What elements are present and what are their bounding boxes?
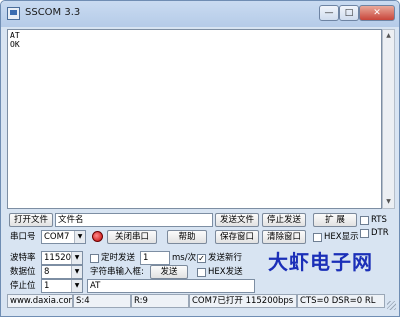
close-port-button[interactable]: 关闭串口: [107, 230, 157, 244]
minimize-button[interactable]: —: [319, 5, 339, 21]
status-s-count: S:4: [73, 294, 131, 308]
string-input-label: 字符串输入框:: [90, 267, 144, 277]
close-button[interactable]: ✕: [359, 5, 395, 21]
file-name-input[interactable]: 文件名: [55, 213, 213, 227]
port-status-indicator-icon: [92, 231, 103, 242]
port-value: COM7: [44, 232, 70, 242]
chevron-down-icon[interactable]: ▼: [71, 280, 82, 292]
status-signals: CTS=0 DSR=0 RL: [297, 294, 385, 308]
resize-grip-icon[interactable]: [387, 301, 396, 310]
port-select[interactable]: COM7 ▼: [41, 230, 86, 244]
status-r-count: R:9: [131, 294, 189, 308]
baud-label: 波特率: [10, 253, 36, 263]
stop-bits-select[interactable]: 1 ▼: [41, 279, 83, 293]
send-newline-checkbox[interactable]: ✓: [197, 254, 206, 263]
chevron-down-icon[interactable]: ▼: [71, 252, 82, 264]
hex-display-label: HEX显示: [324, 232, 359, 242]
scroll-up-icon[interactable]: ▲: [383, 30, 394, 42]
data-bits-label: 数据位: [10, 267, 36, 277]
dtr-label: DTR: [371, 228, 389, 238]
clear-window-button[interactable]: 清除窗口: [262, 230, 306, 244]
dtr-checkbox[interactable]: [360, 229, 369, 238]
stop-bits-value: 1: [44, 281, 50, 291]
timed-send-checkbox[interactable]: [90, 254, 99, 263]
hex-display-checkbox[interactable]: [313, 233, 322, 242]
app-window: SSCOM 3.3 — □ ✕ AT OK ▲ ▼ 打开文件 文件名 发送文件 …: [0, 0, 400, 317]
app-icon: [7, 7, 20, 20]
receive-area[interactable]: AT OK: [7, 29, 382, 209]
send-input[interactable]: AT: [87, 279, 255, 293]
interval-unit: ms/次: [172, 253, 197, 263]
stop-send-button[interactable]: 停止发送: [262, 213, 306, 227]
data-bits-value: 8: [44, 267, 50, 277]
title-bar: SSCOM 3.3 — □ ✕: [1, 1, 399, 27]
chevron-down-icon[interactable]: ▼: [74, 231, 85, 243]
expand-button[interactable]: 扩 展: [313, 213, 357, 227]
send-button[interactable]: 发送: [150, 265, 188, 279]
chevron-down-icon[interactable]: ▼: [71, 266, 82, 278]
rts-checkbox[interactable]: [360, 216, 369, 225]
send-newline-label: 发送新行: [208, 253, 243, 263]
help-button[interactable]: 帮助: [167, 230, 207, 244]
stop-bits-label: 停止位: [10, 281, 36, 291]
interval-input[interactable]: 1: [140, 251, 170, 265]
baud-select[interactable]: 115200 ▼: [41, 251, 83, 265]
hex-send-label: HEX发送: [208, 267, 243, 277]
save-window-button[interactable]: 保存窗口: [215, 230, 259, 244]
port-label: 串口号: [10, 232, 36, 242]
timed-send-label: 定时发送: [101, 253, 136, 263]
ad-banner-text[interactable]: 大虾电子网: [263, 249, 378, 275]
vertical-scrollbar[interactable]: ▲ ▼: [382, 29, 395, 209]
maximize-button[interactable]: □: [339, 5, 359, 21]
scroll-down-icon[interactable]: ▼: [383, 196, 394, 208]
hex-send-checkbox[interactable]: [197, 268, 206, 277]
send-file-button[interactable]: 发送文件: [215, 213, 259, 227]
terminal-line: AT: [10, 31, 20, 40]
rts-label: RTS: [371, 215, 387, 225]
status-website[interactable]: www.daxia.cor: [7, 294, 73, 308]
data-bits-select[interactable]: 8 ▼: [41, 265, 83, 279]
terminal-line: OK: [10, 40, 20, 49]
open-file-button[interactable]: 打开文件: [9, 213, 53, 227]
status-port: COM7已打开 115200bps: [189, 294, 297, 308]
window-title: SSCOM 3.3: [25, 7, 81, 18]
